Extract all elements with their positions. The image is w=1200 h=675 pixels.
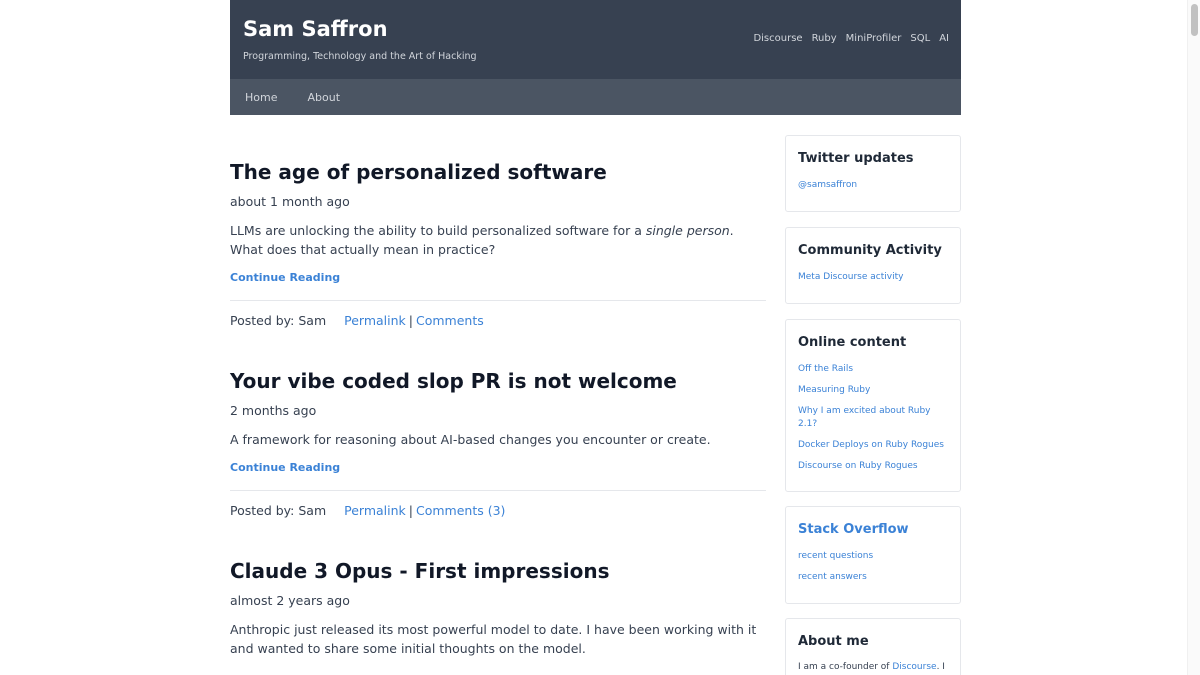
post-date: 2 months ago — [230, 403, 317, 418]
stackoverflow-title-link[interactable]: Stack Overflow — [798, 522, 909, 537]
post-item: Your vibe coded slop PR is not welcome 2… — [230, 369, 766, 518]
widget-title: Community Activity — [798, 243, 942, 258]
nav-home-link[interactable]: Home — [230, 91, 292, 104]
about-me-widget: About me I am a co-founder of Discourse.… — [785, 618, 961, 675]
main-nav: Home About — [230, 79, 961, 115]
continue-reading-link[interactable]: Continue Reading — [230, 461, 766, 474]
online-content-link[interactable]: Measuring Ruby — [798, 384, 948, 397]
about-me-text: I am a co-founder of Discourse. I — [798, 662, 948, 672]
meta-separator: | — [408, 313, 413, 328]
top-link-sql[interactable]: SQL — [910, 33, 930, 44]
post-title[interactable]: The age of personalized software — [230, 160, 766, 184]
scrollbar[interactable] — [1187, 0, 1200, 675]
online-content-link[interactable]: Docker Deploys on Ruby Rogues — [798, 439, 948, 452]
site-tagline: Programming, Technology and the Art of H… — [243, 51, 477, 62]
post-divider — [230, 490, 766, 491]
post-date: about 1 month ago — [230, 194, 350, 209]
post-excerpt: Anthropic just released its most powerfu… — [230, 622, 757, 656]
comments-link[interactable]: Comments (3) — [416, 503, 505, 518]
about-text-start: I am a co-founder of — [798, 662, 893, 672]
post-excerpt-emphasis: single person — [645, 223, 730, 238]
post-title[interactable]: Your vibe coded slop PR is not welcome — [230, 369, 766, 393]
discourse-link[interactable]: Discourse — [892, 662, 936, 672]
online-content-link[interactable]: Discourse on Ruby Rogues — [798, 460, 948, 473]
nav-about-link[interactable]: About — [292, 91, 355, 104]
post-excerpt: A framework for reasoning about AI-based… — [230, 432, 711, 447]
recent-questions-link[interactable]: recent questions — [798, 550, 948, 563]
post-item: The age of personalized software about 1… — [230, 160, 766, 328]
widget-links: @samsaffron — [798, 179, 948, 200]
widget-links: Off the Rails Measuring Ruby Why I am ex… — [798, 363, 948, 481]
permalink-link[interactable]: Permalink — [344, 503, 406, 518]
page: Sam Saffron Programming, Technology and … — [0, 0, 1200, 675]
continue-reading-link[interactable]: Continue Reading — [230, 271, 766, 284]
meta-separator: | — [408, 503, 413, 518]
post-meta: Posted by: Sam Permalink | Comments (3) — [230, 503, 766, 518]
post-excerpt-text: LLMs are unlocking the ability to build … — [230, 223, 646, 238]
post-item: Claude 3 Opus - First impressions almost… — [230, 559, 766, 658]
widget-links: recent questions recent answers — [798, 550, 948, 592]
site-title-link[interactable]: Sam Saffron — [243, 17, 388, 41]
widget-title: About me — [798, 634, 869, 649]
recent-answers-link[interactable]: recent answers — [798, 571, 948, 584]
scrollbar-thumb[interactable] — [1191, 4, 1198, 36]
online-content-widget: Online content Off the Rails Measuring R… — [785, 319, 961, 492]
post-date: almost 2 years ago — [230, 593, 350, 608]
stackoverflow-widget: Stack Overflow recent questions recent a… — [785, 506, 961, 604]
site-container: Sam Saffron Programming, Technology and … — [230, 0, 961, 656]
community-widget: Community Activity Meta Discourse activi… — [785, 227, 961, 304]
post-meta: Posted by: Sam Permalink | Comments — [230, 313, 766, 328]
about-text-end: . I — [936, 662, 945, 672]
post-title[interactable]: Claude 3 Opus - First impressions — [230, 559, 766, 583]
twitter-widget: Twitter updates @samsaffron — [785, 135, 961, 212]
widget-title: Stack Overflow — [798, 522, 909, 537]
post-divider — [230, 300, 766, 301]
permalink-link[interactable]: Permalink — [344, 313, 406, 328]
top-link-ruby[interactable]: Ruby — [812, 33, 837, 44]
widget-title: Twitter updates — [798, 151, 914, 166]
online-content-link[interactable]: Off the Rails — [798, 363, 948, 376]
twitter-handle-link[interactable]: @samsaffron — [798, 179, 948, 192]
post-author: Posted by: Sam — [230, 313, 327, 328]
post-excerpt: LLMs are unlocking the ability to build … — [230, 221, 766, 259]
widget-links: Meta Discourse activity — [798, 271, 948, 292]
widget-title: Online content — [798, 335, 907, 350]
post-author: Posted by: Sam — [230, 503, 327, 518]
top-link-ai[interactable]: AI — [939, 33, 949, 44]
online-content-link[interactable]: Why I am excited about Ruby 2.1? — [798, 405, 948, 431]
meta-discourse-link[interactable]: Meta Discourse activity — [798, 271, 948, 284]
top-link-miniprofiler[interactable]: MiniProfiler — [846, 33, 902, 44]
site-header: Sam Saffron Programming, Technology and … — [230, 0, 961, 79]
top-nav-links: Discourse Ruby MiniProfiler SQL AI — [744, 33, 949, 44]
comments-link[interactable]: Comments — [416, 313, 484, 328]
top-link-discourse[interactable]: Discourse — [753, 33, 802, 44]
